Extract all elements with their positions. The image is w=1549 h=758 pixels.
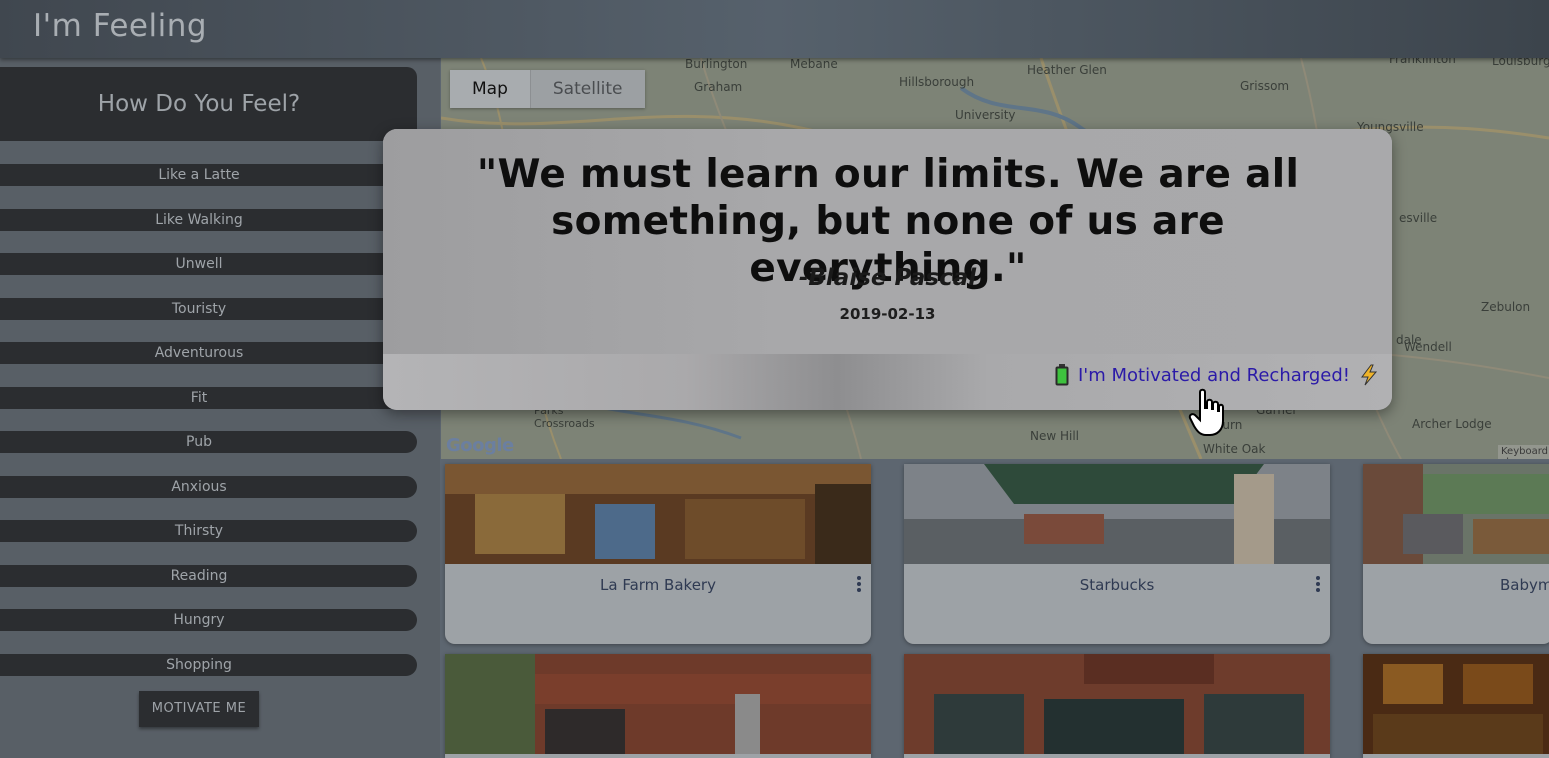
more-vert-icon[interactable]	[1316, 576, 1320, 592]
google-logo: Google	[446, 435, 514, 456]
keyboard-shortcuts-link[interactable]: Keyboard sh	[1498, 445, 1549, 459]
lightning-icon	[1361, 364, 1378, 386]
place-card[interactable]: Babym	[1363, 464, 1549, 644]
app-title: I'm Feeling	[33, 8, 208, 44]
map-label: Heather Glen	[1027, 63, 1107, 77]
map-label: White Oak	[1203, 442, 1266, 456]
battery-full-icon	[1055, 364, 1069, 386]
map-label: Mebane	[790, 58, 838, 71]
map-label: Burlington	[685, 58, 748, 71]
place-photo	[1363, 654, 1549, 754]
quote-date: 2019-02-13	[839, 305, 936, 323]
mood-button-hungry[interactable]: Hungry	[0, 609, 417, 631]
mood-button-shopping[interactable]: Shopping	[0, 654, 417, 676]
app-header: I'm Feeling	[0, 0, 1549, 58]
place-card[interactable]	[1363, 654, 1549, 758]
feel-title: How Do You Feel?	[97, 91, 301, 117]
satellite-tab[interactable]: Satellite	[529, 70, 645, 108]
place-photo	[904, 654, 1330, 754]
quote-body: "We must learn our limits. We are all so…	[383, 129, 1392, 354]
place-photo	[1363, 464, 1549, 564]
modal-footer: I'm Motivated and Recharged!	[383, 354, 1392, 410]
mood-button-walking[interactable]: Like Walking	[0, 209, 417, 231]
place-card[interactable]	[445, 654, 871, 758]
map-label: esville	[1399, 211, 1438, 225]
map-label: Franklinton	[1389, 58, 1456, 66]
place-card[interactable]: Starbucks	[904, 464, 1330, 644]
map-label: Zebulon	[1481, 300, 1531, 314]
mood-button-reading[interactable]: Reading	[0, 565, 417, 587]
feel-header: How Do You Feel?	[0, 67, 417, 141]
more-vert-icon[interactable]	[857, 576, 861, 592]
place-name: La Farm Bakery	[600, 576, 716, 594]
place-name: Babym	[1500, 576, 1549, 594]
motivate-me-button[interactable]: MOTIVATE ME	[139, 691, 259, 727]
place-name: Starbucks	[1079, 576, 1155, 594]
motivated-label: I'm Motivated and Recharged!	[1078, 364, 1350, 386]
place-card[interactable]: La Farm Bakery	[445, 464, 871, 644]
mood-button-thirsty[interactable]: Thirsty	[0, 520, 417, 542]
hand-pointer-icon	[1188, 388, 1224, 436]
map-label: Hillsborough	[899, 75, 975, 89]
mood-button-adventurous[interactable]: Adventurous	[0, 342, 417, 364]
mood-button-unwell[interactable]: Unwell	[0, 253, 417, 275]
map-label: Archer Lodge	[1412, 417, 1492, 431]
map-label: Graham	[694, 80, 743, 94]
map-label: Grissom	[1240, 79, 1290, 93]
map-label: New Hill	[1030, 429, 1080, 443]
map-label: Louisburg	[1492, 58, 1549, 68]
map-label: University	[955, 108, 1016, 122]
mood-button-anxious[interactable]: Anxious	[0, 476, 417, 498]
motivated-recharged-link[interactable]: I'm Motivated and Recharged!	[1055, 364, 1380, 386]
map-type-toggle: Map Satellite	[450, 70, 645, 108]
quote-author: -Blaise Pascal	[798, 265, 977, 291]
map-label: Wendell	[1404, 340, 1452, 354]
quote-modal: "We must learn our limits. We are all so…	[383, 129, 1392, 410]
sidebar: How Do You Feel? Like a Latte Like Walki…	[0, 58, 440, 758]
mood-button-touristy[interactable]: Touristy	[0, 298, 417, 320]
map-tab[interactable]: Map	[450, 70, 530, 108]
place-photo	[904, 464, 1330, 564]
place-photo	[445, 654, 871, 754]
place-photo	[445, 464, 871, 564]
mood-button-pub[interactable]: Pub	[0, 431, 417, 453]
mood-button-latte[interactable]: Like a Latte	[0, 164, 417, 186]
mood-button-fit[interactable]: Fit	[0, 387, 417, 409]
place-card[interactable]	[904, 654, 1330, 758]
